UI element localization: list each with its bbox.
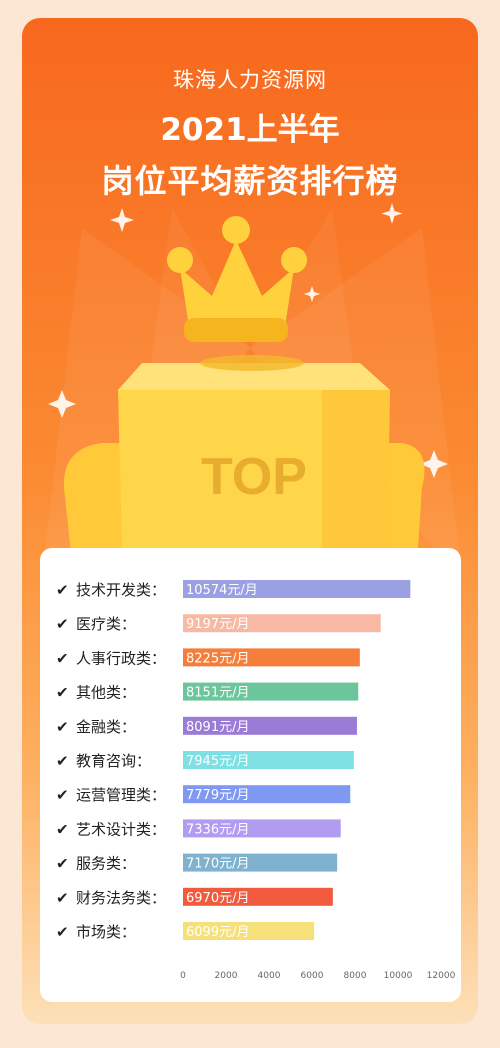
check-icon: ✔ [56, 820, 69, 838]
value-label: 6099元/月 [186, 925, 249, 940]
value-label: 6970元/月 [186, 891, 249, 906]
x-tick-label: 6000 [301, 971, 324, 981]
x-tick-label: 8000 [344, 971, 367, 981]
top-label: TOP [201, 448, 307, 506]
value-label: 7779元/月 [186, 788, 249, 803]
check-icon: ✔ [56, 752, 69, 770]
x-tick-label: 2000 [215, 971, 238, 981]
category-label: 服务类： [76, 855, 136, 873]
value-label: 8225元/月 [186, 651, 249, 666]
category-label: 教育咨询： [76, 752, 151, 770]
crown-icon [167, 216, 307, 342]
category-label: 人事行政类： [76, 649, 166, 667]
category-label: 运营管理类： [76, 786, 166, 804]
x-tick-label: 12000 [427, 971, 456, 981]
check-icon: ✔ [56, 649, 69, 667]
x-tick-label: 4000 [258, 971, 281, 981]
x-tick-label: 10000 [384, 971, 413, 981]
check-icon: ✔ [56, 786, 69, 804]
podium-illustration: TOP [48, 203, 448, 563]
value-label: 7336元/月 [186, 822, 249, 837]
value-label: 8091元/月 [186, 720, 249, 735]
value-label: 10574元/月 [186, 583, 258, 598]
category-label: 其他类： [76, 684, 136, 702]
value-label: 8151元/月 [186, 686, 249, 701]
category-label: 市场类： [76, 923, 136, 941]
check-icon: ✔ [56, 684, 69, 702]
category-label: 艺术设计类： [76, 820, 166, 838]
check-icon: ✔ [56, 889, 69, 907]
salary-bar-chart: ✔ 技术开发类： 10574元/月 ✔ 医疗类： 9197元/月 ✔ 人事行政类： 8225元/… [56, 580, 456, 981]
value-label: 9197元/月 [186, 617, 249, 632]
check-icon: ✔ [56, 855, 69, 873]
category-label: 金融类： [76, 718, 136, 736]
chart-card: ✔ 技术开发类： 10574元/月 ✔ 医疗类： 9197元/月 ✔ 人事行政类： 8225元/… [40, 548, 461, 1002]
check-icon: ✔ [56, 923, 69, 941]
category-label: 医疗类： [76, 615, 136, 633]
category-label: 财务法务类： [76, 889, 166, 907]
check-icon: ✔ [56, 615, 69, 633]
check-icon: ✔ [56, 581, 69, 599]
x-tick-label: 0 [180, 971, 186, 981]
category-label: 技术开发类： [76, 581, 166, 599]
value-label: 7945元/月 [186, 754, 249, 769]
value-label: 7170元/月 [186, 857, 249, 872]
check-icon: ✔ [56, 718, 69, 736]
